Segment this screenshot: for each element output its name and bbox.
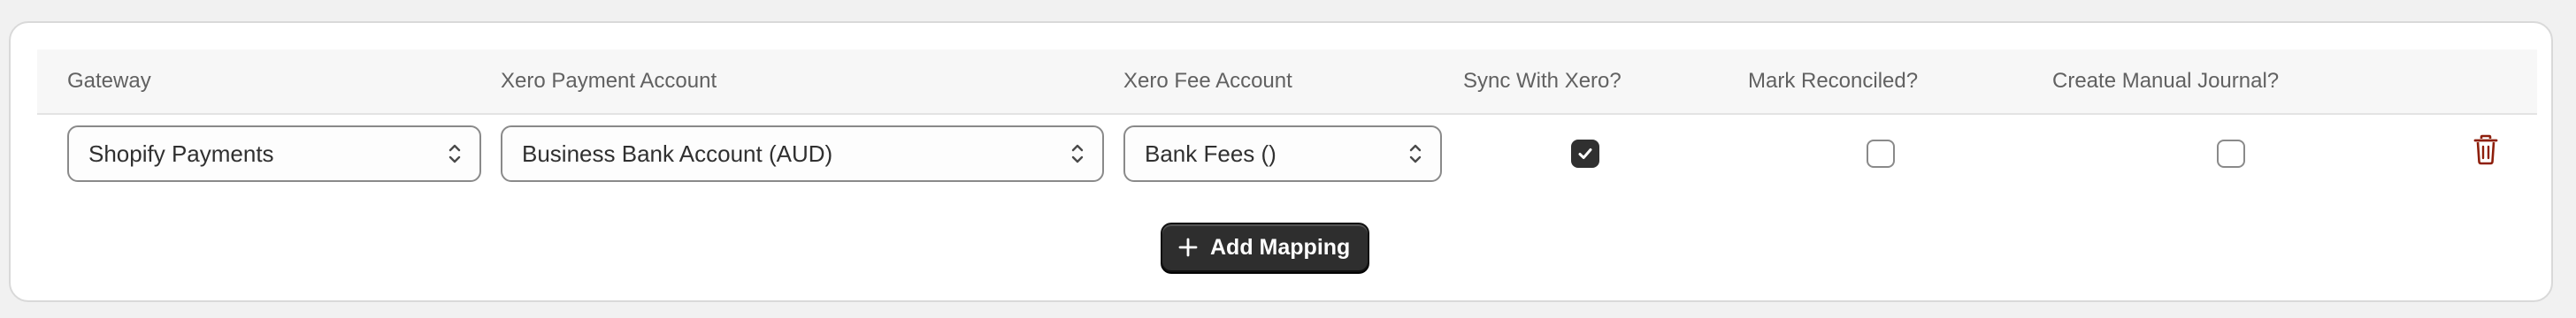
fee-account-select[interactable]: Bank Fees (): [1123, 125, 1442, 182]
gateway-select-value: Shopify Payments: [88, 140, 274, 167]
payment-account-select-value: Business Bank Account (AUD): [522, 140, 833, 167]
header-fee-account: Xero Fee Account: [1123, 69, 1292, 93]
plus-icon: [1178, 238, 1198, 257]
trash-icon[interactable]: [2472, 134, 2500, 166]
journal-checkbox[interactable]: [2217, 140, 2245, 168]
chevron-up-down-icon: [448, 144, 461, 163]
table-header: Gateway Xero Payment Account Xero Fee Ac…: [37, 49, 2537, 115]
chevron-up-down-icon: [1071, 144, 1084, 163]
add-mapping-label: Add Mapping: [1210, 235, 1351, 260]
payment-account-select[interactable]: Business Bank Account (AUD): [501, 125, 1104, 182]
header-journal: Create Manual Journal?: [2052, 69, 2280, 93]
table-row: Shopify Payments Business Bank Account (…: [37, 115, 2537, 194]
checkmark-icon: [1578, 148, 1592, 159]
sync-checkbox[interactable]: [1571, 140, 1599, 168]
header-sync: Sync With Xero?: [1463, 69, 1622, 93]
chevron-up-down-icon: [1409, 144, 1422, 163]
mappings-table: Gateway Xero Payment Account Xero Fee Ac…: [37, 49, 2537, 194]
add-mapping-button[interactable]: Add Mapping: [1161, 223, 1369, 272]
reconciled-checkbox[interactable]: [1867, 140, 1895, 168]
header-reconciled: Mark Reconciled?: [1748, 69, 1919, 93]
fee-account-select-value: Bank Fees (): [1145, 140, 1276, 167]
header-gateway: Gateway: [67, 69, 151, 93]
header-payment-account: Xero Payment Account: [501, 69, 717, 93]
gateway-select[interactable]: Shopify Payments: [67, 125, 481, 182]
mappings-card: Gateway Xero Payment Account Xero Fee Ac…: [9, 21, 2553, 302]
